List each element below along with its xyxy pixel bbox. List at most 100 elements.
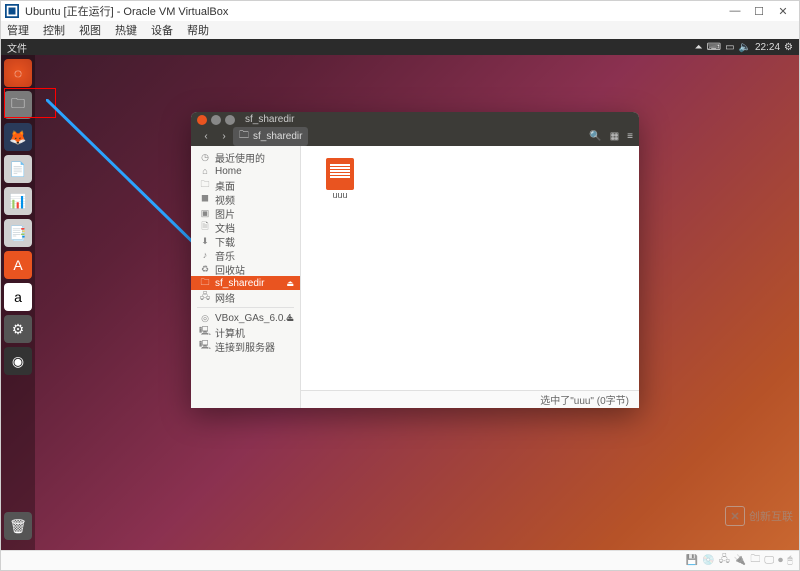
sb-usb-icon[interactable]: 🔌: [734, 555, 746, 566]
sidebar-item-回收站[interactable]: ♻回收站: [191, 262, 300, 276]
eject-icon[interactable]: ⏏: [286, 314, 294, 323]
sidebar-label: VBox_GAs_6.0.4: [215, 313, 292, 324]
search-icon[interactable]: 🔍: [589, 131, 601, 142]
virtualbox-icon: [5, 4, 19, 18]
sb-folder-icon[interactable]: 🗀: [750, 552, 760, 569]
sidebar-item-图片[interactable]: ▣ 图片: [191, 206, 300, 220]
maximize-button[interactable]: ☐: [747, 2, 771, 20]
sidebar-icon: 🖳: [199, 338, 211, 354]
menu-hotkeys[interactable]: 热键: [115, 22, 137, 38]
sidebar-label: 下载: [215, 234, 235, 249]
view-grid-icon[interactable]: ▦: [610, 131, 619, 142]
launcher-files[interactable]: 🗀: [4, 91, 32, 119]
window-maximize-icon[interactable]: [225, 115, 235, 125]
sidebar-label: sf_sharedir: [215, 278, 264, 289]
menu-devices[interactable]: 设备: [151, 22, 173, 38]
sidebar-item-VBox_GAs_6.0.4[interactable]: ◎ VBox_GAs_6.0.4⏏: [191, 311, 300, 325]
eject-icon[interactable]: ⏏: [286, 279, 294, 288]
sidebar-label: 网络: [215, 290, 235, 305]
launcher-impress[interactable]: 📑: [4, 219, 32, 247]
window-close-icon[interactable]: [197, 115, 207, 125]
sidebar-icon: 🖧: [199, 289, 211, 305]
sidebar-label: 计算机: [215, 325, 245, 340]
sidebar-label: 最近使用的: [215, 150, 265, 165]
sidebar-label: 视频: [215, 192, 235, 207]
sidebar-icon: ⬇: [199, 236, 211, 247]
menu-control[interactable]: 控制: [43, 22, 65, 38]
sound-icon[interactable]: 🔈: [739, 42, 751, 53]
sidebar-icon: ⯀: [199, 194, 211, 205]
watermark-icon: ✕: [725, 506, 745, 526]
launcher-writer[interactable]: 📄: [4, 155, 32, 183]
sidebar-label: 桌面: [215, 178, 235, 193]
launcher-firefox[interactable]: 🦊: [4, 123, 32, 151]
sidebar-icon: ♻: [199, 264, 211, 275]
sidebar-icon: ▣: [199, 208, 211, 219]
sidebar-item-视频[interactable]: ⯀ 视频: [191, 192, 300, 206]
sb-mouse-icon[interactable]: 🖰: [787, 555, 793, 566]
file-item[interactable]: uuu: [313, 158, 367, 200]
sidebar-item-文档[interactable]: 🗎 文档: [191, 220, 300, 234]
vbox-menubar: 管理 控制 视图 热键 设备 帮助: [1, 21, 799, 39]
ubuntu-menubar: 文件 ⏶ ⌨ ▭ 🔈 22:24 ⚙: [1, 39, 799, 55]
gear-icon[interactable]: ⚙: [784, 42, 793, 53]
sidebar-item-最近使用的[interactable]: ◷最近使用的: [191, 150, 300, 164]
sidebar-item-网络[interactable]: 🖧 网络: [191, 290, 300, 304]
sb-net-icon[interactable]: 🖧: [719, 552, 730, 569]
vbox-statusbar: 💾 💿 🖧 🔌 🗀 🖵 ⏺ 🖰: [1, 550, 799, 570]
window-title: sf_sharedir: [245, 114, 294, 125]
sidebar-item-连接到服务器[interactable]: 🖳 连接到服务器: [191, 339, 300, 353]
menu-manage[interactable]: 管理: [7, 22, 29, 38]
sidebar-item-sf_sharedir[interactable]: 🗀sf_sharedir⏏: [191, 276, 300, 290]
sidebar-item-音乐[interactable]: ♪音乐: [191, 248, 300, 262]
launcher-software[interactable]: A: [4, 251, 32, 279]
status-bar: 选中了"uuu" (0字节): [301, 390, 639, 408]
clock[interactable]: 22:24: [755, 42, 780, 53]
nav-back-button[interactable]: ‹: [197, 131, 215, 142]
sidebar-icon: 🗎: [199, 219, 211, 235]
sidebar-label: 文档: [215, 220, 235, 235]
file-sidebar: ◷最近使用的⌂Home🗀桌面⯀视频▣图片🗎文档⬇下载♪音乐♻回收站🗀sf_sha…: [191, 146, 301, 408]
launcher-help[interactable]: ◉: [4, 347, 32, 375]
sidebar-item-下载[interactable]: ⬇ 下载: [191, 234, 300, 248]
sb-record-icon[interactable]: ⏺: [778, 555, 783, 566]
launcher-dash[interactable]: ◌: [4, 59, 32, 87]
breadcrumb[interactable]: 🗀 sf_sharedir: [233, 127, 308, 146]
file-name: uuu: [332, 190, 347, 200]
sb-display-icon[interactable]: 🖵: [764, 555, 774, 566]
battery-icon[interactable]: ▭: [725, 42, 734, 53]
watermark: ✕ 创新互联: [725, 506, 793, 526]
network-icon[interactable]: ⏶: [695, 42, 703, 53]
unity-launcher: ◌ 🗀 🦊 📄 📊 📑 A a ⚙ ◉ 🗑: [1, 55, 35, 550]
sidebar-icon: ◎: [199, 313, 211, 324]
window-minimize-icon[interactable]: [211, 115, 221, 125]
status-text: 选中了"uuu" (0字节): [540, 392, 629, 407]
menu-help[interactable]: 帮助: [187, 22, 209, 38]
sidebar-item-Home[interactable]: ⌂Home: [191, 164, 300, 178]
menu-view[interactable]: 视图: [79, 22, 101, 38]
file-manager-window: sf_sharedir ‹ › 🗀 sf_sharedir 🔍 ▦ ≡: [191, 112, 639, 408]
ubuntu-app-menu[interactable]: 文件: [7, 40, 27, 55]
sidebar-label: 连接到服务器: [215, 339, 275, 354]
sidebar-item-桌面[interactable]: 🗀 桌面: [191, 178, 300, 192]
input-icon[interactable]: ⌨: [707, 42, 721, 53]
sb-cd-icon[interactable]: 💿: [702, 555, 714, 566]
sb-hdd-icon[interactable]: 💾: [686, 555, 698, 566]
folder-icon: 🗀: [239, 128, 249, 145]
hamburger-icon[interactable]: ≡: [627, 131, 633, 142]
file-icon: [326, 158, 354, 190]
launcher-settings[interactable]: ⚙: [4, 315, 32, 343]
launcher-amazon[interactable]: a: [4, 283, 32, 311]
sidebar-label: 图片: [215, 206, 235, 221]
vbox-title: Ubuntu [正在运行] - Oracle VM VirtualBox: [25, 3, 228, 19]
minimize-button[interactable]: —: [723, 2, 747, 20]
close-button[interactable]: ✕: [771, 2, 795, 20]
sidebar-item-计算机[interactable]: 🖳计算机: [191, 325, 300, 339]
launcher-calc[interactable]: 📊: [4, 187, 32, 215]
sidebar-icon: 🗀: [199, 177, 211, 193]
vbox-titlebar: Ubuntu [正在运行] - Oracle VM VirtualBox — ☐…: [1, 1, 799, 21]
vm-display: 文件 ⏶ ⌨ ▭ 🔈 22:24 ⚙ ◌ 🗀 🦊 📄 📊 📑 A a ⚙ ◉ 🗑: [1, 39, 799, 550]
sidebar-label: Home: [215, 166, 242, 177]
nav-forward-button[interactable]: ›: [215, 131, 233, 142]
launcher-trash[interactable]: 🗑: [4, 512, 32, 540]
